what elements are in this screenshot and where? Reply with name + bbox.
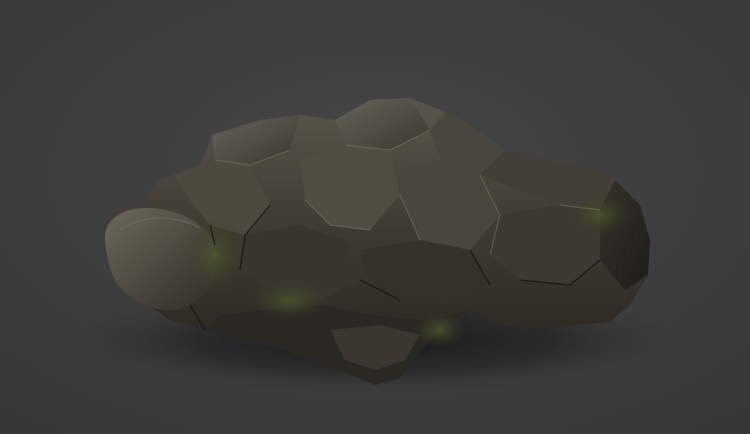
- moss-patch: [415, 312, 465, 348]
- rock-render: [104, 98, 651, 385]
- moss-patch: [570, 195, 630, 235]
- viewport: [0, 0, 750, 434]
- moss-patch: [250, 280, 330, 320]
- moss-patch: [185, 215, 245, 295]
